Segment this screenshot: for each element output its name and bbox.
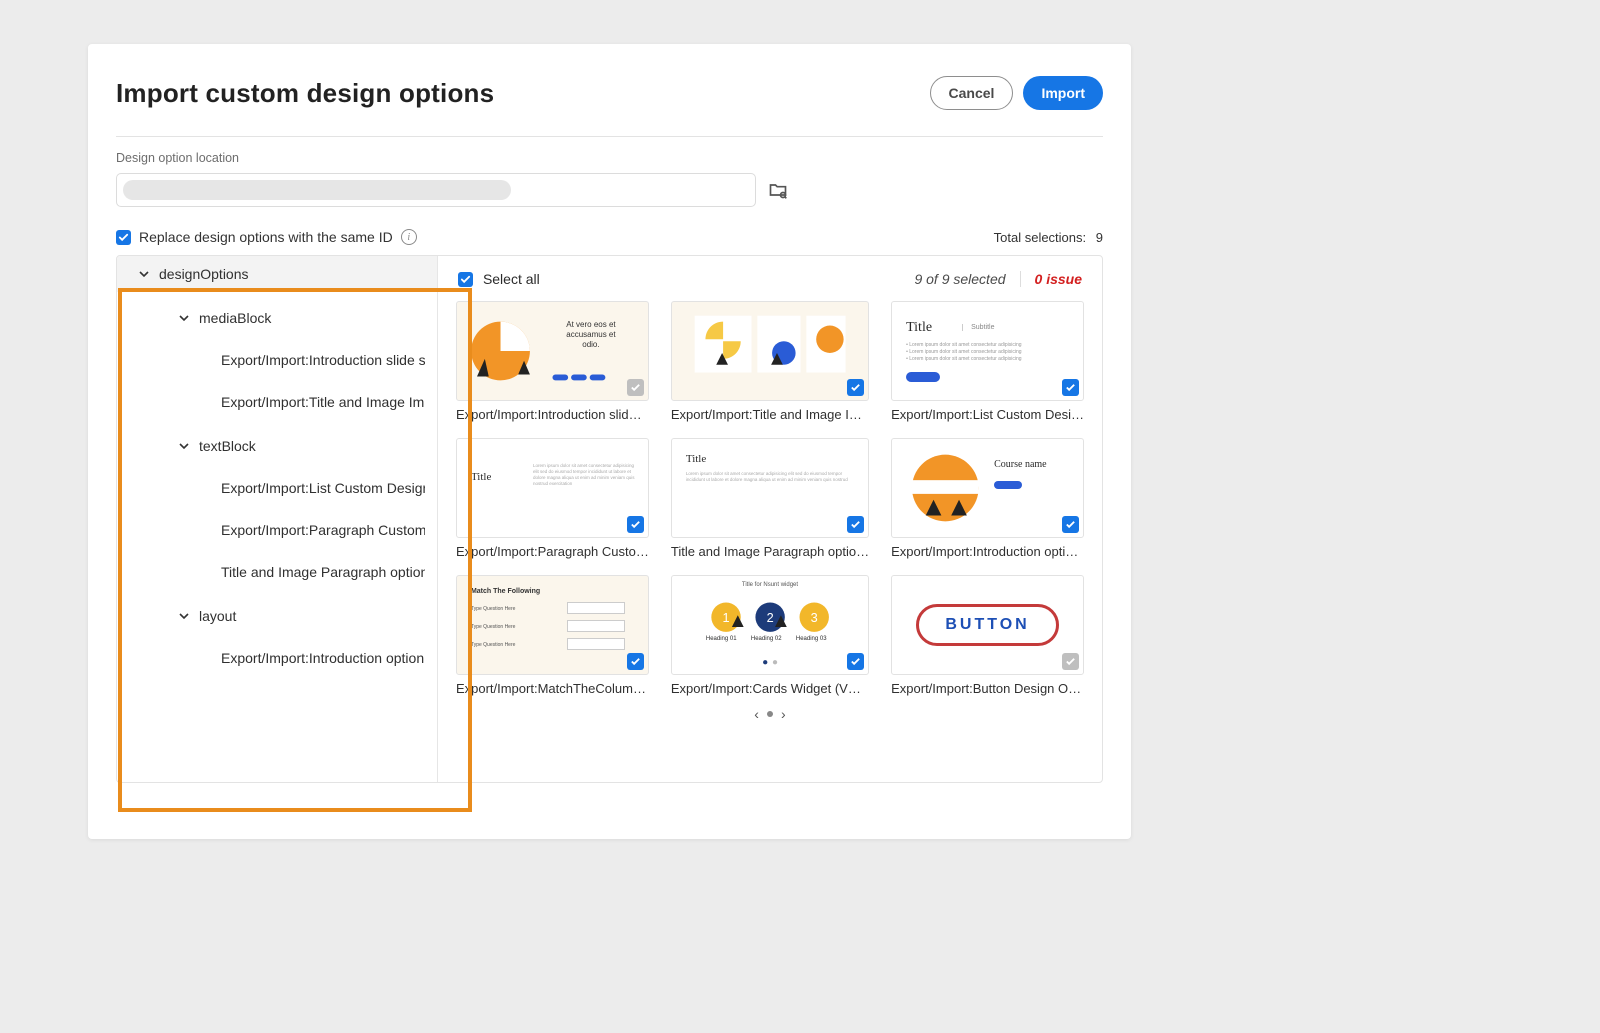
design-thumbnail: Title for Nsunt widget 1 2 3 Heading 01 … [671,575,869,675]
chevron-down-icon [179,611,189,621]
thumb-text: Heading 03 [796,636,827,642]
pager-prev-button[interactable]: ‹ [754,706,759,722]
tree-group-label: textBlock [199,438,256,454]
pager: ‹ › [456,706,1084,722]
pager-next-button[interactable]: › [781,706,786,722]
grid-panel: Select all 9 of 9 selected 0 issue [438,256,1102,782]
thumb-text: Type Question Here [471,606,515,612]
card-checkbox[interactable] [847,379,864,396]
tree-leaf[interactable]: Export/Import:Paragraph Custom I [117,512,437,548]
thumb-text: Subtitle [962,324,994,331]
browse-folder-icon[interactable] [768,180,788,200]
design-thumbnail: At vero eos et accusamus et odio. [456,301,649,401]
issue-count-label: 0 issue [1020,271,1082,287]
total-selections-label: Total selections: [994,230,1087,245]
import-design-options-dialog: Import custom design options Cancel Impo… [88,44,1131,839]
info-icon[interactable]: i [401,229,417,245]
svg-text:1: 1 [722,610,729,625]
pager-dot[interactable] [767,711,773,717]
design-card-label: Title and Image Paragraph optio… [671,544,869,559]
thumb-text: Heading 02 [751,636,782,642]
design-thumbnail [671,301,869,401]
design-card-label: Export/Import:Button Design O… [891,681,1084,696]
svg-text:2: 2 [766,610,773,625]
thumb-text: accusamus et [553,330,629,340]
dialog-title: Import custom design options [116,78,494,109]
design-card-label: Export/Import:Title and Image I… [671,407,869,422]
replace-same-id-label: Replace design options with the same ID [139,229,393,245]
card-checkbox[interactable] [1062,516,1079,533]
thumb-text: BUTTON [916,604,1059,646]
thumb-text: Type Question Here [471,624,515,630]
tree-group-label: mediaBlock [199,310,271,326]
thumb-text: Course name [994,459,1047,470]
design-thumbnail: Match The Following Type Question Here T… [456,575,649,675]
cancel-button[interactable]: Cancel [930,76,1014,110]
design-card[interactable]: Title Lorem ipsum dolor sit amet consect… [671,438,869,559]
design-card[interactable]: Course name Export/Import:Introduction o… [891,438,1084,559]
tree-group-textblock[interactable]: textBlock [117,428,437,464]
design-thumbnail: Title Subtitle • Lorem ipsum dolor sit a… [891,301,1084,401]
card-checkbox[interactable] [1062,379,1079,396]
thumb-text: Title [906,320,932,336]
thumb-text: Title [471,471,491,483]
design-thumbnail: Title Lorem ipsum dolor sit amet consect… [671,438,869,538]
select-all-label: Select all [483,271,540,287]
design-card[interactable]: Export/Import:Title and Image I… [671,301,869,422]
design-card[interactable]: BUTTON Export/Import:Button Design O… [891,575,1084,696]
total-selections-value: 9 [1096,230,1103,245]
design-card-label: Export/Import:Introduction slid… [456,407,649,422]
tree-leaf[interactable]: Export/Import:Introduction slide si [117,342,437,378]
chevron-down-icon [179,313,189,323]
card-checkbox[interactable] [847,516,864,533]
tree-root-label: designOptions [159,266,249,282]
location-value-redacted [123,180,511,200]
tree-group-mediablock[interactable]: mediaBlock [117,300,437,336]
thumb-text: odio. [553,340,629,350]
tree-root-designoptions[interactable]: designOptions [117,256,437,292]
thumb-text: Match The Following [471,588,540,595]
card-checkbox[interactable] [627,516,644,533]
design-card[interactable]: At vero eos et accusamus et odio. Export… [456,301,649,422]
design-card[interactable]: Title Subtitle • Lorem ipsum dolor sit a… [891,301,1084,422]
selected-count-label: 9 of 9 selected [914,271,1005,287]
design-card[interactable]: Title Lorem ipsum dolor sit amet consect… [456,438,649,559]
design-card-label: Export/Import:Paragraph Custo… [456,544,649,559]
design-card-label: Export/Import:Cards Widget (V… [671,681,869,696]
design-card-label: Export/Import:MatchTheColum… [456,681,649,696]
svg-text:3: 3 [811,610,818,625]
design-card[interactable]: Title for Nsunt widget 1 2 3 Heading 01 … [671,575,869,696]
thumb-text: At vero eos et [553,320,629,330]
thumb-text: Type Question Here [471,642,515,648]
select-all-checkbox[interactable] [458,272,473,287]
card-checkbox[interactable] [847,653,864,670]
design-thumbnail: BUTTON [891,575,1084,675]
location-label: Design option location [116,151,1103,165]
tree-group-label: layout [199,608,236,624]
thumb-text: Heading 01 [706,636,737,642]
tree-leaf[interactable]: Export/Import:Introduction option [117,640,437,676]
tree-leaf[interactable]: Export/Import:Title and Image Ima [117,384,437,420]
chevron-down-icon [139,269,149,279]
replace-same-id-checkbox[interactable] [116,230,131,245]
card-checkbox[interactable] [627,379,644,396]
tree-leaf[interactable]: Title and Image Paragraph option 1 [117,554,437,590]
tree-panel: designOptions mediaBlock Export/Import:I… [117,256,438,782]
location-input[interactable] [116,173,756,207]
design-card-label: Export/Import:List Custom Desi… [891,407,1084,422]
design-card[interactable]: Match The Following Type Question Here T… [456,575,649,696]
chevron-down-icon [179,441,189,451]
tree-group-layout[interactable]: layout [117,598,437,634]
design-card-label: Export/Import:Introduction opti… [891,544,1084,559]
design-thumbnail: Title Lorem ipsum dolor sit amet consect… [456,438,649,538]
tree-leaf[interactable]: Export/Import:List Custom Design [117,470,437,506]
design-thumbnail: Course name [891,438,1084,538]
card-checkbox[interactable] [627,653,644,670]
import-button[interactable]: Import [1023,76,1103,110]
card-checkbox[interactable] [1062,653,1079,670]
thumb-text: Title [686,453,706,465]
